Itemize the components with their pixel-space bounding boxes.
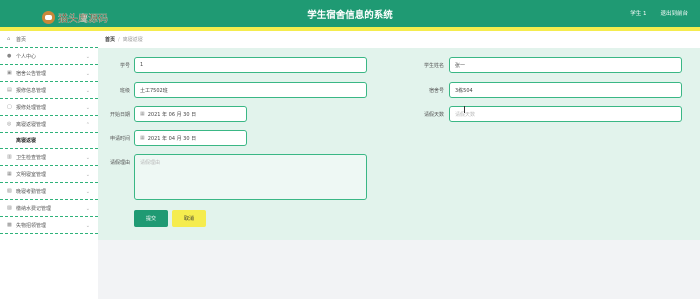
sidebar-item-label: 离寝返寝管理 xyxy=(16,121,47,128)
sidebar-item-label: 报修信息管理 xyxy=(16,87,47,94)
class-value: 土工7502班 xyxy=(140,87,168,94)
sidebar-item-label: 失物招领管理 xyxy=(16,222,47,229)
water-icon: ▨ xyxy=(7,204,12,211)
sidebar-item-label: 首页 xyxy=(16,36,27,43)
door-icon: ◎ xyxy=(7,120,12,127)
chevron-down-icon: ⌄ xyxy=(85,155,90,161)
student-no-field[interactable]: 1 xyxy=(134,57,367,73)
start-date-label: 开始日期 xyxy=(109,112,130,118)
dorm-no-field[interactable]: 3栋504 xyxy=(449,82,682,98)
leave-form: 学号 1 学生姓名 张一 班级 土工7502班 宿舍号 3栋504 开始日期 ▦… xyxy=(98,48,700,240)
reason-textarea[interactable]: 请假理由 xyxy=(134,154,367,200)
submit-button[interactable]: 提交 xyxy=(134,210,168,227)
sidebar-item-notice[interactable]: ▣ 宿舍公告管理 ⌄ xyxy=(0,65,98,82)
class-field[interactable]: 土工7502班 xyxy=(134,82,367,98)
chevron-up-icon: ⌃ xyxy=(85,122,90,128)
sidebar-item-civilized-dorm[interactable]: ▦ 文明寝室管理 ⌄ xyxy=(0,166,98,183)
sidebar-item-label: 离寝返寝 xyxy=(16,138,37,144)
student-name-label: 学生姓名 xyxy=(423,63,444,69)
dorm-no-label: 宿舍号 xyxy=(428,88,444,94)
class-label: 班级 xyxy=(119,88,130,94)
chevron-down-icon: ⌄ xyxy=(85,189,90,195)
sidebar-item-lost-found[interactable]: ▩ 失物招领管理 ⌄ xyxy=(0,217,98,234)
sidebar-subitem-leave-return[interactable]: 离寝返寝 xyxy=(0,133,98,149)
sidebar-item-label: 卫生检查管理 xyxy=(16,154,47,161)
calendar-icon: ▦ xyxy=(140,111,145,117)
sidebar-item-night-check[interactable]: ▧ 晚寝考勤管理 ⌄ xyxy=(0,183,98,200)
sidebar-item-home[interactable]: ⌂ 首页 xyxy=(0,31,98,48)
box-icon: ▩ xyxy=(7,221,12,228)
chevron-down-icon: ⌄ xyxy=(85,223,90,229)
clock-icon: ▧ xyxy=(7,187,12,194)
chevron-down-icon: ⌄ xyxy=(85,206,90,212)
top-header: 猫头鹰源码 学生宿舍信息的系统 学生 1 退出到前台 xyxy=(0,0,700,27)
chevron-down-icon: ⌄ xyxy=(85,88,90,94)
chevron-down-icon: ⌄ xyxy=(85,105,90,111)
main-content: 首页 / 离寝返寝 学号 1 学生姓名 张一 班级 土工7502班 宿舍号 3栋… xyxy=(98,31,700,299)
sidebar-item-label: 个人中心 xyxy=(16,53,37,60)
breadcrumb: 首页 / 离寝返寝 xyxy=(98,31,700,48)
sidebar-item-water-fee[interactable]: ▨ 缴纳水费记管理 ⌄ xyxy=(0,200,98,217)
home-icon: ⌂ xyxy=(7,35,11,42)
student-no-label: 学号 xyxy=(119,63,130,69)
start-date-picker[interactable]: ▦ 2021 年 06 月 30 日 xyxy=(134,106,247,122)
broom-icon: ▥ xyxy=(7,153,12,160)
sidebar-item-label: 宿舍公告管理 xyxy=(16,70,47,77)
student-name-value: 张一 xyxy=(455,62,466,69)
sidebar-item-label: 报修处理管理 xyxy=(16,104,47,111)
student-name-field[interactable]: 张一 xyxy=(449,57,682,73)
calendar-icon: ▦ xyxy=(140,135,145,141)
leave-days-label: 请假天数 xyxy=(423,112,444,118)
logout-link[interactable]: 退出到前台 xyxy=(660,9,688,17)
text-cursor-icon xyxy=(464,106,466,113)
sidebar-item-label: 文明寝室管理 xyxy=(16,171,47,178)
breadcrumb-current: 离寝返寝 xyxy=(122,37,143,43)
user-icon: ● xyxy=(7,52,12,59)
breadcrumb-separator: / xyxy=(118,36,120,43)
chevron-down-icon: ⌄ xyxy=(85,71,90,77)
sidebar-item-repair-info[interactable]: ▤ 报修信息管理 ⌄ xyxy=(0,82,98,99)
sidebar-item-label: 缴纳水费记管理 xyxy=(16,205,52,212)
cancel-button[interactable]: 取消 xyxy=(172,210,206,227)
apply-time-label: 申请时间 xyxy=(109,136,130,142)
wrench-icon: ▤ xyxy=(7,86,12,93)
student-no-value: 1 xyxy=(140,62,144,68)
sidebar-item-profile[interactable]: ● 个人中心 ⌄ xyxy=(0,48,98,65)
chevron-down-icon: ⌄ xyxy=(85,54,90,60)
apply-time-value: 2021 年 04 月 30 日 xyxy=(147,135,197,142)
check-icon: ▢ xyxy=(7,103,12,110)
dorm-no-value: 3栋504 xyxy=(455,87,473,94)
sidebar-item-label: 晚寝考勤管理 xyxy=(16,188,47,195)
apply-time-picker[interactable]: ▦ 2021 年 04 月 30 日 xyxy=(134,130,247,146)
app-title: 学生宿舍信息的系统 xyxy=(307,10,393,21)
chevron-down-icon: ⌄ xyxy=(85,172,90,178)
sidebar: ⌂ 首页 ● 个人中心 ⌄ ▣ 宿舍公告管理 ⌄ ▤ 报修信息管理 ⌄ ▢ 报修… xyxy=(0,31,98,299)
notice-icon: ▣ xyxy=(7,69,12,76)
sidebar-item-repair-handle[interactable]: ▢ 报修处理管理 ⌄ xyxy=(0,99,98,116)
user-menu: 学生 1 退出到前台 xyxy=(630,9,688,17)
leave-days-input[interactable]: 请假天数 xyxy=(449,106,682,122)
reason-placeholder: 请假理由 xyxy=(140,160,161,166)
sidebar-item-leave-return[interactable]: ◎ 离寝返寝管理 ⌃ xyxy=(0,116,98,133)
star-icon: ▦ xyxy=(7,170,12,177)
reason-label: 请假理由 xyxy=(109,160,130,166)
start-date-value: 2021 年 06 月 30 日 xyxy=(147,111,197,118)
sidebar-item-hygiene[interactable]: ▥ 卫生检查管理 ⌄ xyxy=(0,149,98,166)
current-user[interactable]: 学生 1 xyxy=(630,9,646,17)
breadcrumb-home[interactable]: 首页 xyxy=(105,36,115,43)
